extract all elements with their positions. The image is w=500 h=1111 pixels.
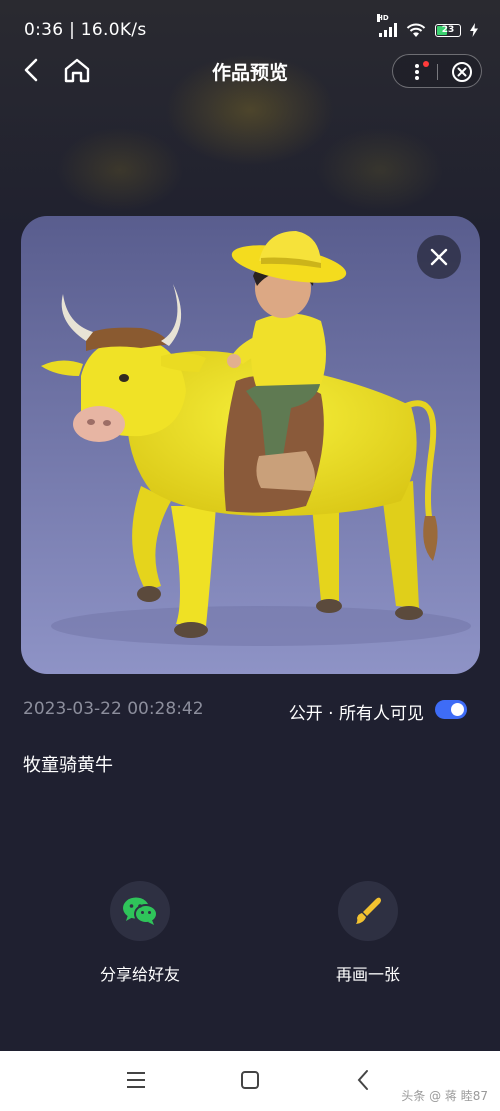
artwork-meta-row: 2023-03-22 00:28:42 公开 · 所有人可见 xyxy=(0,696,500,726)
menu-icon[interactable] xyxy=(126,1071,146,1089)
toggle-knob xyxy=(451,703,464,716)
back-icon[interactable] xyxy=(356,1069,370,1091)
watermark: 头条 @ 蒋 睦87 xyxy=(401,1089,488,1103)
artwork-image[interactable] xyxy=(21,216,480,674)
square-home-icon[interactable] xyxy=(240,1070,260,1090)
artwork-close-button[interactable] xyxy=(417,235,461,279)
visibility-label: 公开 · 所有人可见 xyxy=(288,704,424,724)
close-icon xyxy=(430,248,448,266)
wechat-icon xyxy=(123,897,158,925)
capsule-divider xyxy=(437,64,438,80)
artwork-prompt: 牧童骑黄牛 xyxy=(23,755,113,776)
redraw-label: 再画一张 xyxy=(335,965,400,984)
hd-label: HD xyxy=(377,14,389,22)
share-label: 分享给好友 xyxy=(99,965,180,984)
visibility-toggle[interactable] xyxy=(435,700,467,719)
system-navigation-bar: 头条 @ 蒋 睦87 xyxy=(0,1051,500,1111)
draw-again-button[interactable]: 再画一张 xyxy=(298,881,438,985)
status-time: 0:36 | 16.0K/s xyxy=(24,20,147,40)
battery-icon: 23 xyxy=(435,23,461,37)
nav-bar: 作品预览 xyxy=(0,48,500,92)
charging-icon xyxy=(470,23,478,37)
created-time: 2023-03-22 00:28:42 xyxy=(23,699,204,719)
redraw-icon-circle xyxy=(338,881,398,941)
notification-dot xyxy=(423,61,429,67)
share-to-friends-button[interactable]: 分享给好友 xyxy=(70,881,210,985)
paintbrush-icon xyxy=(356,897,381,924)
status-icons: HD 23 xyxy=(377,14,478,38)
share-icon-circle xyxy=(110,881,170,941)
battery-level: 23 xyxy=(441,25,455,35)
wifi-icon xyxy=(406,23,426,37)
signal-icon: HD xyxy=(377,14,397,37)
mini-program-capsule xyxy=(392,54,482,88)
close-circle-icon[interactable] xyxy=(451,61,473,83)
